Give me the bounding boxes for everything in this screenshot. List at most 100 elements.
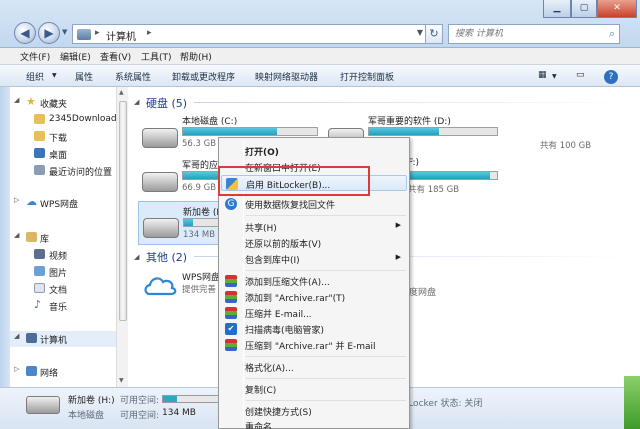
- properties-button[interactable]: 属性: [75, 70, 93, 83]
- documents-library-icon: [34, 283, 45, 293]
- menu-edit[interactable]: 编辑(E): [60, 50, 91, 63]
- organize-button[interactable]: 组织: [26, 70, 44, 83]
- nav-item-downloads[interactable]: 下载: [10, 129, 122, 145]
- uninstall-program-button[interactable]: 卸载或更改程序: [172, 70, 235, 83]
- collapse-arrow-icon[interactable]: ▷: [14, 365, 19, 373]
- menu-separator: [246, 270, 406, 271]
- desktop-icon: [34, 148, 45, 158]
- menu-item-label: 共享(H): [245, 224, 277, 234]
- details-available-value: 134 MB: [162, 408, 196, 418]
- menu-separator: [246, 356, 406, 357]
- address-dropdown-icon[interactable]: ▼: [417, 28, 423, 37]
- details-drive-type: 本地磁盘: [68, 411, 105, 421]
- menu-separator: [246, 400, 406, 401]
- nav-item-label: 图片: [49, 269, 68, 279]
- minimize-button[interactable]: ▁: [543, 0, 571, 18]
- menu-open[interactable]: 打开(O): [221, 143, 407, 159]
- menu-help[interactable]: 帮助(H): [180, 50, 212, 63]
- menu-copy[interactable]: 复制(C): [221, 381, 407, 397]
- menu-format[interactable]: 格式化(A)...: [221, 359, 407, 375]
- nav-item-pictures[interactable]: 图片: [10, 264, 122, 280]
- cloud-icon: ☁: [26, 195, 37, 208]
- drive-usage-bar: [182, 127, 318, 136]
- expand-arrow-icon[interactable]: ◢: [14, 96, 19, 104]
- group-divider: [194, 102, 634, 103]
- menu-create-shortcut[interactable]: 创建快捷方式(S): [221, 403, 407, 419]
- scrollbar-thumb[interactable]: [119, 101, 127, 321]
- menu-rename[interactable]: 重命名: [221, 418, 407, 429]
- address-path[interactable]: 计算机: [106, 28, 136, 43]
- nav-library-label: 库: [40, 235, 50, 245]
- nav-item-documents[interactable]: 文档: [10, 281, 122, 297]
- scroll-up-icon[interactable]: ▲: [119, 89, 124, 96]
- expand-arrow-icon[interactable]: ◢: [14, 332, 19, 340]
- help-icon[interactable]: ?: [604, 70, 618, 84]
- breadcrumb-arrow-icon[interactable]: ▸: [147, 28, 152, 38]
- open-control-panel-button[interactable]: 打开控制面板: [340, 70, 394, 83]
- nav-item-desktop[interactable]: 桌面: [10, 146, 122, 162]
- collapse-arrow-icon[interactable]: ▷: [14, 196, 19, 204]
- menu-item-label: 添加到 "Archive.rar"(T): [245, 294, 346, 304]
- library-icon: [26, 232, 37, 242]
- map-network-drive-button[interactable]: 映射网络驱动器: [255, 70, 318, 83]
- menu-file[interactable]: 文件(F): [20, 50, 50, 63]
- nav-item-videos[interactable]: 视频: [10, 247, 122, 263]
- menu-compress-rar-email[interactable]: 压缩到 "Archive.rar" 并 E-mail: [221, 337, 407, 353]
- video-library-icon: [34, 249, 45, 259]
- maximize-button[interactable]: ▢: [571, 0, 597, 18]
- menu-data-recovery[interactable]: G 使用数据恢复找回文件: [221, 196, 407, 212]
- nav-item-recent-places[interactable]: 最近访问的位置: [10, 163, 122, 179]
- wps-cloud-item[interactable]: WPS网盘 提供完善: [138, 270, 224, 310]
- system-properties-button[interactable]: 系统属性: [115, 70, 151, 83]
- refresh-button[interactable]: ↻: [425, 24, 443, 44]
- address-bar[interactable]: ▸ 计算机 ▸ ▼: [72, 24, 442, 44]
- nav-item-2345download[interactable]: 2345Download: [10, 112, 122, 128]
- back-button[interactable]: ◀: [14, 22, 36, 44]
- menu-add-to-archive-rar[interactable]: 添加到 "Archive.rar"(T): [221, 289, 407, 305]
- menu-add-to-archive[interactable]: 添加到压缩文件(A)...: [221, 273, 407, 289]
- search-icon[interactable]: ⌕: [609, 27, 615, 41]
- menu-include-in-library[interactable]: 包含到库中(I) ▶: [221, 251, 407, 267]
- menu-item-label: 添加到压缩文件(A)...: [245, 278, 330, 288]
- details-space-label: 可用空间:: [120, 396, 160, 406]
- nav-computer[interactable]: ◢ 计算机: [10, 331, 122, 347]
- nav-wps-cloud[interactable]: ▷ ☁ WPS网盘: [10, 195, 122, 211]
- view-options-icon[interactable]: ▦: [538, 70, 547, 80]
- other-group-header[interactable]: 其他 (2): [146, 249, 187, 265]
- nav-wps-label: WPS网盘: [40, 200, 79, 210]
- nav-item-label: 视频: [49, 252, 68, 262]
- history-dropdown-icon[interactable]: ▼: [62, 28, 70, 36]
- search-box[interactable]: ⌕: [448, 24, 620, 44]
- menu-tools[interactable]: 工具(T): [141, 50, 172, 63]
- hdd-group-header[interactable]: 硬盘 (5): [146, 95, 187, 111]
- group-collapse-icon[interactable]: ◢: [134, 253, 139, 261]
- nav-item-label: 下载: [49, 134, 68, 144]
- close-button[interactable]: ✕: [597, 0, 637, 18]
- breadcrumb-separator-icon[interactable]: ▸: [95, 28, 100, 38]
- expand-arrow-icon[interactable]: ◢: [14, 231, 19, 239]
- menu-view[interactable]: 查看(V): [100, 50, 131, 63]
- drive-usage-bar: [368, 127, 498, 136]
- menu-restore-versions[interactable]: 还原以前的版本(V): [221, 235, 407, 251]
- scroll-down-icon[interactable]: ▼: [119, 377, 124, 384]
- details-drive-name: 新加卷 (H:): [68, 396, 115, 406]
- nav-network-label: 网络: [40, 369, 59, 379]
- download-folder-icon: [34, 131, 45, 141]
- preview-pane-icon[interactable]: ▭: [576, 70, 585, 80]
- organize-dropdown-icon[interactable]: ▼: [52, 72, 57, 79]
- search-input[interactable]: [449, 25, 599, 43]
- nav-libraries[interactable]: ◢ 库: [10, 230, 122, 246]
- menu-compress-email[interactable]: 压缩并 E-mail...: [221, 305, 407, 321]
- nav-item-music[interactable]: ♪ 音乐: [10, 298, 122, 314]
- nav-favorites[interactable]: ◢ ★ 收藏夹: [10, 95, 122, 111]
- navigation-scrollbar[interactable]: ▲ ▼: [116, 87, 128, 387]
- forward-button[interactable]: ▶: [38, 22, 60, 44]
- menu-share[interactable]: 共享(H) ▶: [221, 219, 407, 235]
- view-dropdown-icon[interactable]: ▼: [552, 73, 557, 80]
- nav-item-label: 文档: [49, 286, 68, 296]
- drive-h[interactable]: 新加卷 (H 134 MB: [138, 201, 223, 245]
- nav-item-label: 最近访问的位置: [49, 168, 113, 178]
- group-collapse-icon[interactable]: ◢: [134, 98, 139, 106]
- nav-network[interactable]: ▷ 网络: [10, 364, 122, 380]
- menu-scan-virus[interactable]: ✔ 扫描病毒(电脑管家): [221, 321, 407, 337]
